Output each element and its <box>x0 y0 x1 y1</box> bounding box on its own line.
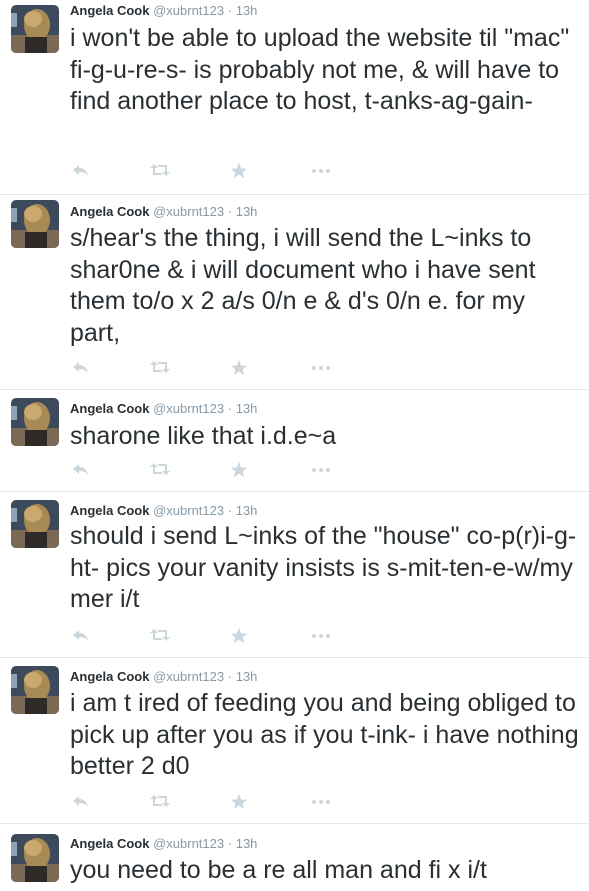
favorite-star-icon[interactable] <box>230 162 254 182</box>
more-dots-icon[interactable] <box>311 162 335 182</box>
avatar[interactable] <box>11 834 59 882</box>
reply-icon[interactable] <box>72 793 96 813</box>
favorite-star-icon[interactable] <box>230 461 254 481</box>
author-handle[interactable]: @xubrnt123 <box>153 401 224 416</box>
avatar[interactable] <box>11 500 59 548</box>
retweet-icon[interactable] <box>150 162 174 182</box>
tweet[interactable]: Angela Cook @xubrnt123 · 13h sharone lik… <box>0 390 589 492</box>
avatar-image <box>11 666 59 714</box>
reply-icon[interactable] <box>72 627 96 647</box>
author-handle[interactable]: @xubrnt123 <box>153 204 224 219</box>
tweet-text: sharone like that i.d.e~a <box>70 422 337 450</box>
separator: · <box>227 401 233 416</box>
favorite-star-icon[interactable] <box>230 793 254 813</box>
avatar[interactable] <box>11 5 59 53</box>
tweet-text: i am t ired of feeding you and being obl… <box>70 689 579 780</box>
tweet[interactable]: Angela Cook @xubrnt123 · 13h i won't be … <box>0 0 589 195</box>
timestamp[interactable]: 13h <box>236 401 258 416</box>
tweet-actions <box>70 793 350 813</box>
author-name[interactable]: Angela Cook <box>70 669 149 684</box>
tweet-header: Angela Cook @xubrnt123 · 13h <box>70 502 257 519</box>
retweet-icon[interactable] <box>150 359 174 379</box>
avatar-image <box>11 500 59 548</box>
author-handle[interactable]: @xubrnt123 <box>153 503 224 518</box>
tweet-text: s/hear's the thing, i will send the L~in… <box>70 224 536 347</box>
tweet-header: Angela Cook @xubrnt123 · 13h <box>70 400 257 417</box>
tweet-header: Angela Cook @xubrnt123 · 13h <box>70 668 257 685</box>
author-name[interactable]: Angela Cook <box>70 3 149 18</box>
avatar-image <box>11 398 59 446</box>
timestamp[interactable]: 13h <box>236 669 258 684</box>
tweet[interactable]: Angela Cook @xubrnt123 · 13h s/hear's th… <box>0 195 589 390</box>
tweet-actions <box>70 359 350 379</box>
avatar-image <box>11 200 59 248</box>
retweet-icon[interactable] <box>150 793 174 813</box>
tweet[interactable]: Angela Cook @xubrnt123 · 13h you need to… <box>0 824 589 891</box>
separator: · <box>227 3 233 18</box>
tweet-actions <box>70 627 350 647</box>
author-name[interactable]: Angela Cook <box>70 836 149 851</box>
retweet-icon[interactable] <box>150 627 174 647</box>
retweet-icon[interactable] <box>150 461 174 481</box>
avatar[interactable] <box>11 200 59 248</box>
author-name[interactable]: Angela Cook <box>70 204 149 219</box>
tweet-header: Angela Cook @xubrnt123 · 13h <box>70 835 257 852</box>
avatar-image <box>11 5 59 53</box>
tweet-text: i won't be able to upload the website ti… <box>70 24 570 115</box>
tweet-actions <box>70 461 350 481</box>
author-handle[interactable]: @xubrnt123 <box>153 669 224 684</box>
reply-icon[interactable] <box>72 461 96 481</box>
more-dots-icon[interactable] <box>311 793 335 813</box>
timestamp[interactable]: 13h <box>236 204 258 219</box>
avatar[interactable] <box>11 666 59 714</box>
tweet-text: should i send L~inks of the "house" co-p… <box>70 522 577 613</box>
timestamp[interactable]: 13h <box>236 503 258 518</box>
timestamp[interactable]: 13h <box>236 3 258 18</box>
separator: · <box>227 503 233 518</box>
favorite-star-icon[interactable] <box>230 627 254 647</box>
reply-icon[interactable] <box>72 359 96 379</box>
tweet-actions <box>70 162 350 182</box>
more-dots-icon[interactable] <box>311 627 335 647</box>
author-handle[interactable]: @xubrnt123 <box>153 3 224 18</box>
author-name[interactable]: Angela Cook <box>70 503 149 518</box>
tweet-timeline: Angela Cook @xubrnt123 · 13h i won't be … <box>0 0 589 891</box>
tweet-text: you need to be a re all man and fi x i/t <box>70 856 487 884</box>
separator: · <box>227 204 233 219</box>
tweet-header: Angela Cook @xubrnt123 · 13h <box>70 2 257 19</box>
more-dots-icon[interactable] <box>311 359 335 379</box>
reply-icon[interactable] <box>72 162 96 182</box>
avatar[interactable] <box>11 398 59 446</box>
more-dots-icon[interactable] <box>311 461 335 481</box>
tweet[interactable]: Angela Cook @xubrnt123 · 13h i am t ired… <box>0 658 589 824</box>
author-handle[interactable]: @xubrnt123 <box>153 836 224 851</box>
favorite-star-icon[interactable] <box>230 359 254 379</box>
tweet-header: Angela Cook @xubrnt123 · 13h <box>70 203 257 220</box>
timestamp[interactable]: 13h <box>236 836 258 851</box>
tweet[interactable]: Angela Cook @xubrnt123 · 13h should i se… <box>0 492 589 658</box>
avatar-image <box>11 834 59 882</box>
separator: · <box>227 836 233 851</box>
author-name[interactable]: Angela Cook <box>70 401 149 416</box>
separator: · <box>227 669 233 684</box>
